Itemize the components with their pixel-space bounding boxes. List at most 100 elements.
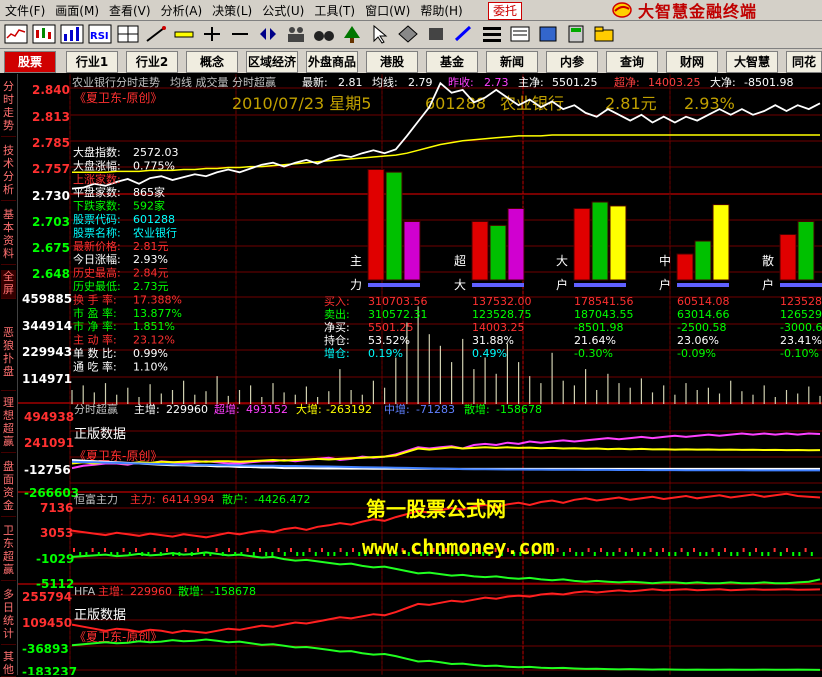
panel2-big-label: 大增: [296,402,322,416]
side-tab-technical[interactable]: 技术分析 [1,144,16,201]
side-tab-ideal-win[interactable]: 理想超赢 [1,396,16,453]
price-axis-tick: 2.785 [32,136,70,150]
stats-cell: -0.10% [780,347,819,360]
volume-axis-tick: 114971 [22,372,72,386]
panel2-axis-tick: -12756 [24,463,71,477]
side-tab-wolf[interactable]: 恶狼扑盘 [1,326,16,391]
stats-cell: 63014.66 [677,308,730,321]
left-sidebar: 分时走势 技术分析 基本资料 全屏 恶狼扑盘 理想超赢 盘面资金 卫东超赢 多日… [0,74,18,677]
info-label: 上涨家数: [73,172,121,186]
group-label-bottom: 大 [454,278,466,292]
panel2-axis-tick: -266603 [24,486,79,500]
side-tab-other[interactable]: 其他 [1,650,16,677]
date-line: 2010/07/23 星期5 [232,94,372,113]
panel2-title: 分时超赢 [74,402,118,416]
info-value: 601288 [133,213,175,226]
group-label-bottom: 力 [350,278,362,292]
price-axis-tick: 2.813 [32,110,70,124]
change-big: 2.93% [684,94,735,113]
fund-flow-bar [385,171,403,281]
info-label: 股票名称: [73,225,121,239]
side-tab-fullscreen[interactable]: 全屏 [1,270,16,299]
stats-cell: 310572.31 [368,308,428,321]
panel3-axis-tick: 7136 [40,501,73,515]
fund-flow-bar [779,234,797,281]
panel3-axis-tick: -1029 [36,552,74,566]
panel2-retail-label: 散增: [464,402,490,416]
panel2-retail-value: -158678 [496,403,542,416]
fund-flow-baseline [368,283,420,287]
info-label: 换 手 率: [73,292,117,306]
panel3-axis-tick: -5112 [36,577,74,591]
panel3-main-value: 6414.994 [162,493,215,506]
price-axis: 2.840 2.813 2.785 2.757 2.730 2.703 2.67… [32,83,70,281]
side-tab-multiday[interactable]: 多日统计 [1,588,16,645]
panel2-lines [71,432,821,472]
stats-cell: 5501.25 [368,321,414,334]
panel-series-line [71,432,821,470]
panel2-super-label: 超增: [214,402,240,416]
info-value: 2.81元 [133,240,169,253]
fund-flow-bar [676,253,694,281]
fund-flow-bar [694,240,712,281]
fund-flow-bars: 主力超大大户中户散户 [350,169,822,292]
stats-row-label: 净买: [324,320,350,334]
price-axis-tick: 2.840 [32,83,70,97]
volume-axis-tick: 344914 [22,319,72,333]
panel2-main-label: 主增: [134,402,160,416]
panel4-title: HFA [74,585,96,598]
info-value: 农业银行 [133,225,177,239]
panel2-super-value: 493152 [246,403,288,416]
info-label: 下跌家数: [73,199,121,213]
info-label: 大盘指数: [73,145,121,159]
stats-cell: 187043.55 [574,308,634,321]
panel2-mid-value: -71283 [416,403,455,416]
side-tab-fundamentals[interactable]: 基本资料 [1,208,16,265]
info-value: 0.775% [133,159,175,172]
info-label: 单 数 比: [73,347,117,360]
info-label: 主 动 率: [73,333,117,347]
side-tab-weidong[interactable]: 卫东超赢 [1,524,16,581]
info-label: 平盘家数: [73,185,121,199]
stats-cell: 23.41% [780,334,822,347]
price-axis-tick: 2.648 [32,267,70,281]
fund-flow-bar [403,221,421,281]
panel4-axis: 255794 109450 -36893 -183237 [22,590,77,675]
price-axis-tick: 2.757 [32,162,70,176]
fund-flow-bar [609,205,627,281]
chart-title: 农业银行分时走势 [72,75,160,89]
side-tab-fund-flow[interactable]: 盘面资金 [1,460,16,517]
fund-flow-baseline [472,283,524,287]
price-axis-tick: 2.675 [32,241,70,255]
stats-cell: 126529. [780,308,822,321]
stats-cell: 53.52% [368,334,410,347]
price-axis-tick: 2.703 [32,215,70,229]
info-label: 市 净 率: [73,319,117,333]
info-value: 2.73元 [133,280,169,293]
fund-flow-bar [797,221,815,281]
stats-cell: 21.64% [574,334,616,347]
side-tab-intraday[interactable]: 分时走势 [1,80,16,137]
volume-axis: 459885 344914 229943 114971 [22,292,72,386]
stats-cell: -3000.6 [780,321,822,334]
fund-flow-bar [712,204,730,281]
stats-cell: 23.06% [677,334,719,347]
stats-cell: 0.49% [472,347,507,360]
big-net-label: 大净: [710,75,736,89]
indicator-names: 均线 成交量 分时超赢 [170,75,276,89]
info-value: 13.877% [133,307,182,320]
panel3-axis: 7136 3053 -1029 -5112 [36,501,74,591]
stats-cell: 123528.75 [472,308,532,321]
fund-flow-bar [489,224,507,281]
info-value: 592家 [133,199,165,213]
fund-flow-bar [367,169,385,281]
info-value: 17.388% [133,293,182,306]
fund-flow-bar [591,201,609,281]
stats-cell: 310703.56 [368,295,428,308]
avg-value: 2.79 [408,76,433,89]
intraday-chart: 农业银行分时走势 均线 成交量 分时超赢 最新: 2.81 均线: 2.79 昨… [0,74,822,675]
info-label: 历史最高: [73,266,121,280]
stats-row-label: 持仓: [324,333,350,347]
info-value: 0.99% [133,347,168,360]
info-label: 今日涨幅: [73,252,121,266]
